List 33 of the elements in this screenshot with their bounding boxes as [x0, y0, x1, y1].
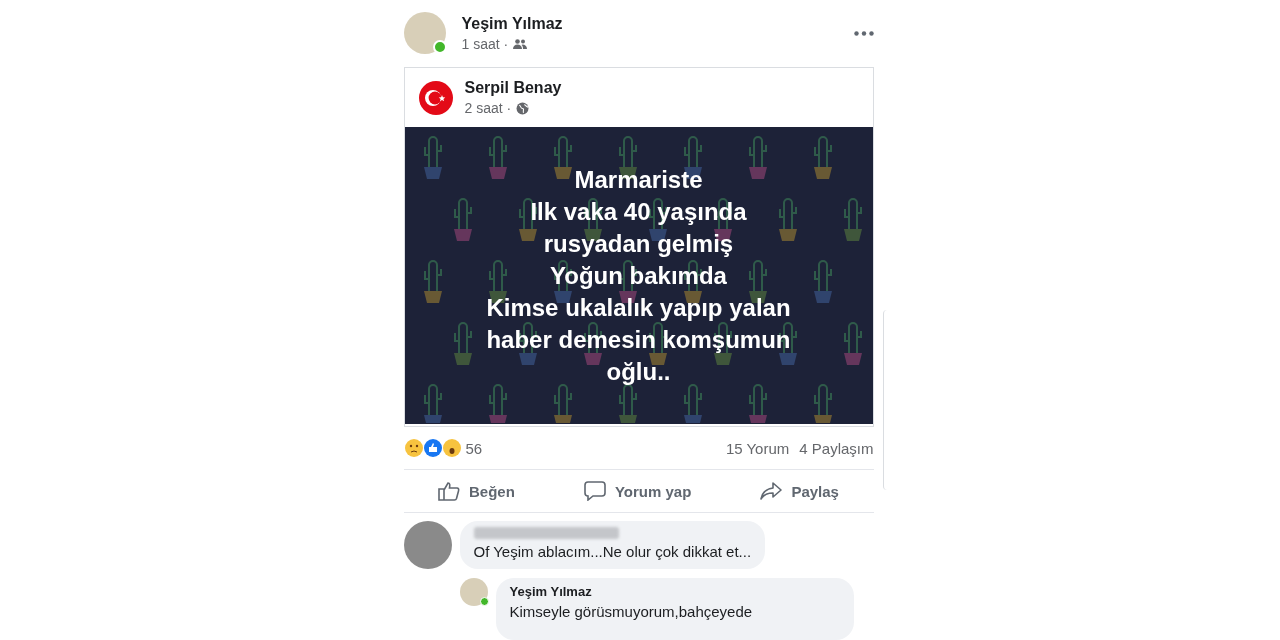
comment-text: Of Yeşim ablacım...Ne olur çok dikkat et... [473, 543, 752, 560]
post-time[interactable]: 2 saat · [464, 100, 512, 116]
avatar[interactable] [403, 521, 452, 569]
friends-icon [513, 38, 528, 49]
comment-text: Kimseyle görüsmuyorum,bahçeyede [509, 603, 754, 620]
speech-bubble-icon [583, 481, 606, 502]
image-caption-line: oğlu.. [606, 356, 671, 387]
share-count[interactable]: 4 Paylaşım [799, 439, 874, 457]
like-button[interactable]: Beğen [430, 470, 523, 512]
image-caption-line: Kimse ukalalık yapıp yalan [486, 292, 791, 323]
commenter-name[interactable]: Yeşim Yılmaz [509, 584, 840, 599]
image-caption-line: Ilk vaka 40 yaşında [530, 196, 747, 227]
share-button[interactable]: Paylaş [752, 470, 847, 512]
reaction-count[interactable]: 56 [465, 439, 483, 457]
comment-count[interactable]: 15 Yorum [725, 439, 790, 457]
author-name[interactable]: Serpil Benay [464, 79, 562, 97]
post-time[interactable]: 1 saat · [461, 35, 509, 52]
comment-button[interactable]: Yorum yap [575, 470, 700, 512]
online-status-dot [479, 597, 489, 606]
image-caption-line: Yoğun bakımda [550, 260, 727, 291]
thumbs-up-icon [438, 481, 461, 502]
avatar[interactable] [403, 12, 446, 54]
share-arrow-icon [760, 481, 783, 502]
more-options-icon[interactable] [853, 30, 874, 36]
author-name[interactable]: Yeşim Yılmaz [461, 14, 563, 33]
flag-avatar[interactable] [418, 80, 453, 115]
image-caption-line: Marmariste [574, 164, 703, 195]
globe-icon [516, 101, 530, 115]
image-caption-line: rusyadan gelmiş [543, 228, 734, 259]
online-status-dot [432, 40, 447, 54]
reaction-icons[interactable] [403, 438, 462, 459]
image-caption-line: haber demesin komşumun [486, 324, 791, 355]
avatar[interactable] [459, 578, 488, 606]
